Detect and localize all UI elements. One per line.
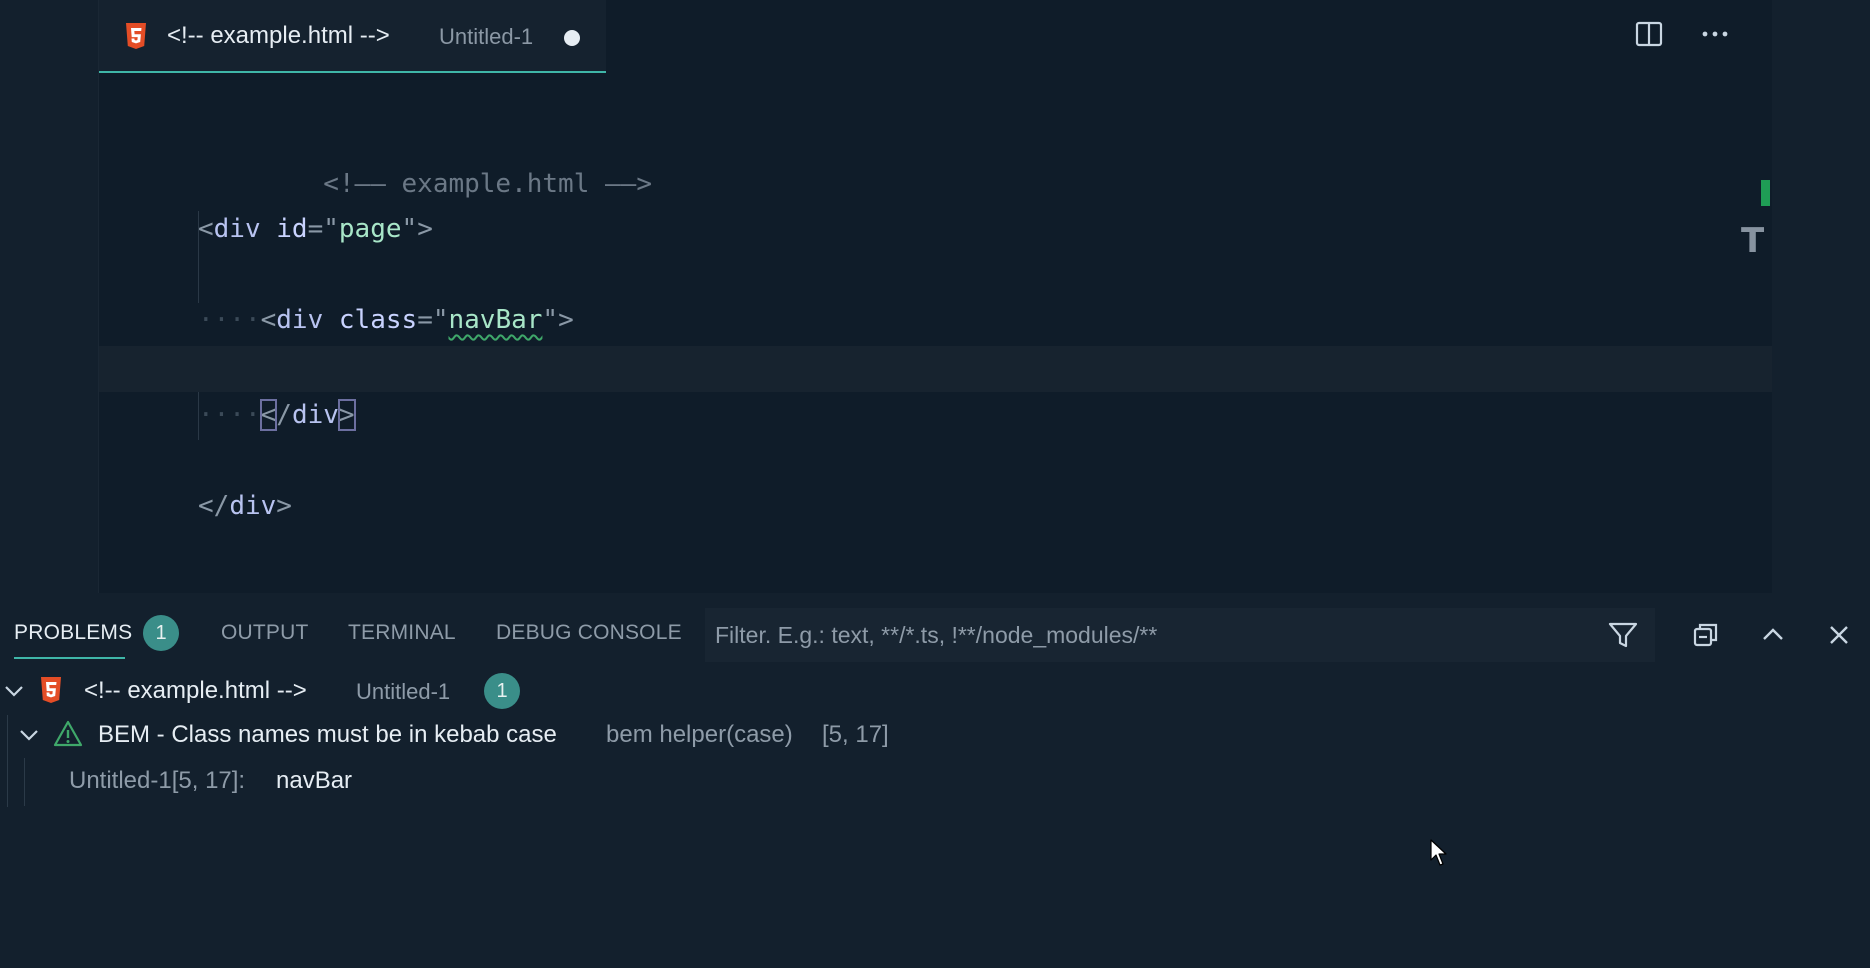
filter-input[interactable] — [705, 608, 1585, 662]
tag-open-bracket: < — [198, 491, 214, 521]
problem-detail-row[interactable]: Untitled-1[5, 17]: navBar — [0, 759, 1870, 803]
right-gutter — [1771, 0, 1870, 593]
left-gutter — [0, 0, 98, 593]
tag-name: div — [291, 400, 339, 430]
tag-close-bracket: > — [276, 491, 292, 521]
editor-tab[interactable]: <!-- example.html --> Untitled-1 — [99, 0, 606, 73]
close-icon[interactable] — [1821, 617, 1857, 653]
slash: / — [276, 400, 292, 430]
quote: " — [432, 305, 449, 335]
tag-open-bracket: < — [198, 214, 214, 244]
problem-file-path: Untitled-1 — [356, 679, 451, 704]
equals-sign: = — [307, 214, 324, 244]
whitespace-dots: ···· — [198, 305, 261, 335]
problem-detail-text: navBar — [276, 767, 353, 794]
chevron-up-icon[interactable] — [1755, 617, 1791, 653]
tab-problems[interactable]: PROBLEMS — [14, 621, 132, 645]
problem-detail-location: Untitled-1[5, 17]: — [69, 767, 246, 794]
tag-name: div — [229, 491, 277, 521]
more-actions-button[interactable] — [1697, 18, 1733, 54]
mouse-pointer-icon — [1430, 839, 1448, 872]
matched-bracket: > — [337, 399, 356, 431]
tab-terminal[interactable]: TERMINAL — [348, 621, 456, 645]
active-tab-indicator — [14, 657, 125, 659]
chevron-down-icon[interactable] — [2, 679, 26, 708]
slash: / — [213, 491, 230, 521]
quote: " — [401, 214, 418, 244]
warning-squiggle-value[interactable]: navBar — [449, 305, 543, 335]
problem-item-row[interactable]: BEM - Class names must be in kebab case … — [0, 714, 1870, 758]
attribute-name: id — [276, 214, 308, 244]
overview-ruler-text-icon: T — [1741, 221, 1765, 261]
tab-title: <!-- example.html --> — [167, 22, 390, 49]
editor-tab-bar: <!-- example.html --> Untitled-1 — [99, 0, 1772, 73]
tab-description: Untitled-1 — [439, 24, 534, 49]
tag-name: div — [213, 214, 261, 244]
tag-name: div — [276, 305, 324, 335]
problems-count-badge: 1 — [143, 615, 179, 651]
matched-bracket: < — [259, 399, 278, 431]
problem-file-name: <!-- example.html --> — [84, 677, 307, 704]
code-editor[interactable]: <!—— example.html ——> <div id="page"> ··… — [99, 73, 1772, 593]
quote: " — [542, 305, 559, 335]
problems-filter — [705, 608, 1655, 662]
editor-group: <!-- example.html --> Untitled-1 <!—— ex… — [98, 0, 1772, 593]
bottom-panel: PROBLEMS 1 OUTPUT TERMINAL DEBUG CONSOLE… — [0, 593, 1870, 968]
code-line-5: ····<div class="navBar"> — [99, 251, 1772, 335]
warning-icon — [53, 719, 83, 754]
whitespace-dots: ···· — [198, 400, 261, 430]
file-problem-count-badge: 1 — [484, 673, 520, 709]
attribute-value: page — [338, 214, 402, 244]
tag-open-bracket: < — [260, 305, 277, 335]
collapse-all-icon[interactable] — [1688, 617, 1724, 653]
problem-position: [5, 17] — [822, 721, 889, 748]
more-actions-icon — [1700, 19, 1730, 54]
code-line-7-current: ····</div> — [99, 346, 1772, 431]
chevron-down-icon[interactable] — [17, 723, 41, 752]
html5-icon — [125, 22, 147, 55]
tag-close-bracket: > — [558, 305, 574, 335]
code-line-3: <div id="page"> — [99, 160, 1772, 244]
quote: " — [323, 214, 339, 244]
problem-message: BEM - Class names must be in kebab case — [98, 721, 557, 748]
filter-icon[interactable] — [1605, 617, 1641, 653]
split-editor-button[interactable] — [1631, 18, 1667, 54]
panel-tabs: PROBLEMS 1 OUTPUT TERMINAL DEBUG CONSOLE — [0, 593, 700, 661]
tab-debug-console[interactable]: DEBUG CONSOLE — [496, 621, 682, 645]
code-line-9: </div> — [99, 437, 1772, 521]
html5-icon — [40, 676, 62, 709]
overview-ruler-change-mark — [1761, 180, 1770, 206]
attribute-name: class — [338, 305, 418, 335]
code-line-1: <!—— example.html ——> — [99, 69, 1772, 199]
split-editor-icon — [1634, 19, 1664, 54]
equals-sign: = — [417, 305, 433, 335]
problem-source: bem helper(case) — [606, 721, 793, 748]
tab-output[interactable]: OUTPUT — [221, 621, 309, 645]
problems-file-row[interactable]: <!-- example.html --> Untitled-1 1 — [0, 669, 1870, 713]
tag-close-bracket: > — [417, 214, 433, 244]
unsaved-dot-icon[interactable] — [564, 30, 580, 46]
